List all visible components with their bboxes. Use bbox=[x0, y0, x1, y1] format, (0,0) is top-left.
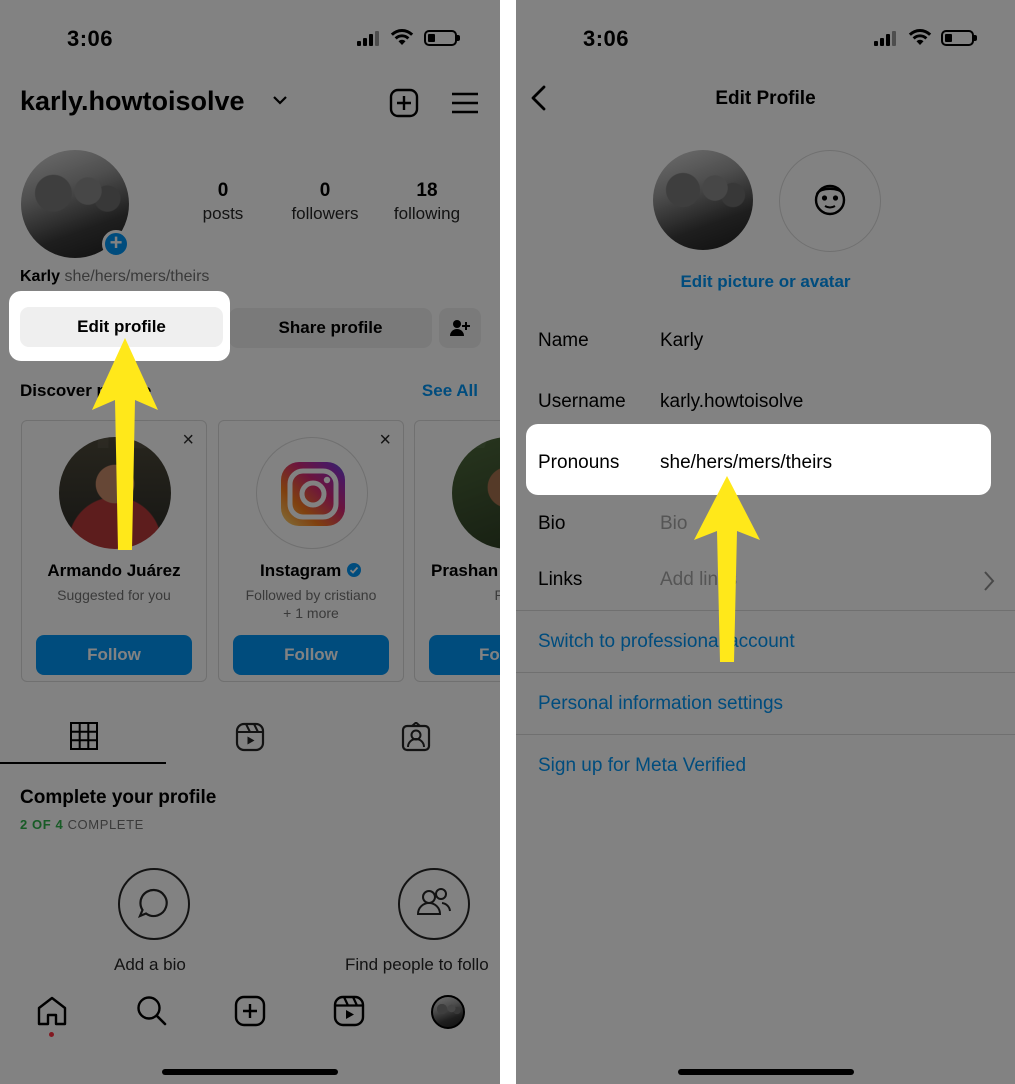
home-icon[interactable] bbox=[36, 995, 68, 1027]
add-bio-label[interactable]: Add a bio bbox=[114, 955, 186, 975]
pronouns-field[interactable]: she/hers/mers/theirs bbox=[660, 452, 832, 474]
follow-button[interactable]: Follow bbox=[233, 635, 389, 675]
reels-tab-icon[interactable] bbox=[235, 722, 265, 752]
avatar-placeholder[interactable] bbox=[779, 150, 881, 252]
battery-icon bbox=[941, 30, 977, 46]
profile-username[interactable]: karly.howtoisolve bbox=[20, 86, 245, 117]
share-profile-button[interactable]: Share profile bbox=[229, 308, 432, 348]
separator bbox=[516, 734, 1015, 735]
posts-label: posts bbox=[202, 204, 244, 223]
followers-count: 0 bbox=[319, 180, 331, 201]
personal-info-link[interactable]: Personal information settings bbox=[538, 693, 783, 715]
progress-suffix: COMPLETE bbox=[67, 817, 144, 832]
suggestion-name[interactable]: Armando Juárez bbox=[22, 561, 206, 581]
status-time: 3:06 bbox=[67, 26, 114, 51]
add-bio-task[interactable] bbox=[118, 868, 190, 940]
yellow-arrow-icon bbox=[92, 338, 158, 550]
suggestion-name[interactable]: Prashan bbox=[415, 561, 500, 581]
follow-button[interactable]: Follow bbox=[36, 635, 192, 675]
bio-label: Bio bbox=[538, 513, 566, 534]
stat-followers[interactable]: 0 followers bbox=[275, 180, 375, 224]
home-indicator bbox=[678, 1069, 854, 1075]
reels-icon[interactable] bbox=[333, 995, 365, 1027]
dim-overlay bbox=[516, 0, 1015, 1084]
follow-button[interactable]: Fo bbox=[429, 635, 500, 675]
stat-following[interactable]: 18 following bbox=[377, 180, 477, 224]
signal-icon bbox=[357, 31, 379, 46]
edit-profile-screen: 3:06 Edit Profile Edit picture or avatar… bbox=[516, 0, 1015, 1084]
home-indicator bbox=[162, 1069, 338, 1075]
display-name: Karly bbox=[20, 268, 61, 285]
status-time: 3:06 bbox=[583, 26, 630, 51]
status-bar: 3:06 bbox=[516, 0, 1015, 80]
verified-badge-icon bbox=[346, 563, 361, 577]
tagged-tab-icon[interactable] bbox=[401, 722, 431, 752]
separator bbox=[516, 672, 1015, 673]
status-bar: 3:06 bbox=[0, 0, 500, 80]
suggestion-name-row[interactable]: Instagram bbox=[219, 561, 403, 581]
links-label: Links bbox=[538, 569, 583, 590]
chevron-down-icon[interactable] bbox=[272, 94, 288, 106]
followers-label: followers bbox=[291, 204, 359, 223]
speech-bubble-icon bbox=[137, 888, 168, 919]
profile-nav-avatar[interactable] bbox=[431, 995, 465, 1029]
wifi-icon bbox=[390, 29, 414, 45]
profile-name-line: Karly she/hers/mers/theirs bbox=[20, 268, 209, 286]
find-people-label[interactable]: Find people to follo bbox=[345, 955, 489, 975]
create-post-icon[interactable] bbox=[389, 88, 419, 118]
search-icon[interactable] bbox=[136, 995, 168, 1027]
active-tab-indicator bbox=[0, 762, 166, 764]
progress-count: 2 OF 4 bbox=[20, 817, 64, 832]
following-label: following bbox=[393, 204, 461, 223]
edit-profile-title: Edit Profile bbox=[715, 88, 816, 109]
suggestion-subtitle: Suggested for you bbox=[57, 587, 171, 603]
yellow-arrow-icon bbox=[694, 476, 760, 662]
create-icon[interactable] bbox=[234, 995, 266, 1027]
menu-icon[interactable] bbox=[451, 88, 479, 118]
find-people-task[interactable] bbox=[398, 868, 470, 940]
complete-profile-progress: 2 OF 4 COMPLETE bbox=[20, 817, 144, 832]
edit-picture-link[interactable]: Edit picture or avatar bbox=[516, 272, 1015, 292]
profile-screen: 3:06 karly.howtoisolve + 0 posts 0 follo… bbox=[0, 0, 500, 1084]
wifi-icon bbox=[908, 29, 932, 45]
notification-dot bbox=[49, 1032, 54, 1037]
avatar-face-icon bbox=[814, 184, 846, 216]
signal-icon bbox=[874, 31, 896, 46]
add-person-icon bbox=[450, 320, 470, 336]
complete-profile-title: Complete your profile bbox=[20, 787, 217, 808]
grid-tab-icon[interactable] bbox=[70, 722, 98, 750]
profile-picture[interactable] bbox=[653, 150, 753, 250]
add-story-icon[interactable]: + bbox=[102, 230, 130, 258]
people-icon bbox=[416, 888, 451, 915]
suggestion-name: Instagram bbox=[260, 561, 342, 580]
suggestion-subtitle: Followed by cristiano + 1 more bbox=[245, 587, 377, 621]
name-label: Name bbox=[538, 330, 589, 351]
posts-count: 0 bbox=[217, 180, 229, 201]
separator bbox=[516, 610, 1015, 611]
pronouns-text: she/hers/mers/theirs bbox=[64, 268, 210, 285]
discover-people-button[interactable] bbox=[439, 308, 481, 348]
following-count: 18 bbox=[416, 180, 438, 201]
suggestion-subtitle: Pop bbox=[494, 587, 500, 603]
bio-field[interactable]: Bio bbox=[660, 513, 687, 535]
meta-verified-link[interactable]: Sign up for Meta Verified bbox=[538, 755, 746, 777]
screen-divider bbox=[500, 0, 516, 1084]
name-field[interactable]: Karly bbox=[660, 330, 703, 352]
battery-icon bbox=[424, 30, 460, 46]
chevron-right-icon[interactable] bbox=[982, 570, 996, 592]
pronouns-label: Pronouns bbox=[538, 452, 620, 473]
stat-posts[interactable]: 0 posts bbox=[173, 180, 273, 224]
